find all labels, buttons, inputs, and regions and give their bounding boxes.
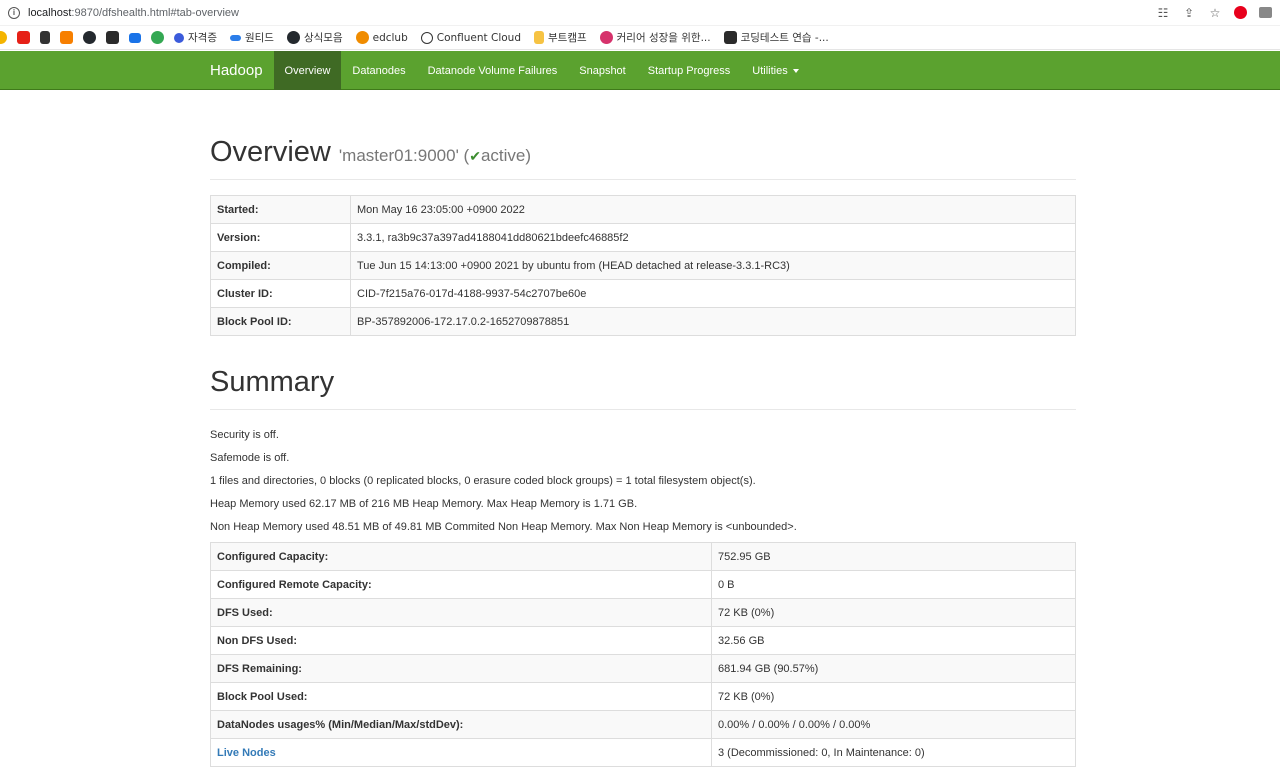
bookmark-icon[interactable] (60, 31, 73, 44)
row-value: 752.95 GB (711, 542, 1076, 571)
row-key: Configured Capacity: (210, 542, 712, 571)
table-row: Live Nodes 3 (Decommissioned: 0, In Maint… (210, 738, 1076, 767)
top-navbar: Hadoop Overview Datanodes Datanode Volum… (0, 51, 1280, 90)
overview-heading: Overview 'master01:9000' (✔active) (210, 136, 532, 168)
row-value: 72 KB (0%) (711, 682, 1076, 711)
check-icon: ✔ (469, 148, 481, 164)
row-key: Non DFS Used: (210, 626, 712, 655)
wanted-icon (229, 34, 241, 41)
tab-startup-progress[interactable]: Startup Progress (637, 51, 742, 90)
table-row: DFS Remaining: 681.94 GB (90.57%) (210, 654, 1076, 683)
row-value: 3 (Decommissioned: 0, In Maintenance: 0) (711, 738, 1076, 767)
safemode-status: Safemode is off. (210, 452, 290, 464)
bookmark-item[interactable]: edclub (351, 31, 408, 44)
bookmark-item[interactable]: 자격증 (169, 30, 217, 45)
row-key: Configured Remote Capacity: (210, 570, 712, 599)
share-icon[interactable]: ⇪ (1182, 6, 1196, 20)
row-key: Started: (210, 195, 351, 224)
row-value: 3.3.1, ra3b9c37a397ad4188041dd80621bdeef… (350, 223, 1076, 252)
row-value: Mon May 16 23:05:00 +0900 2022 (350, 195, 1076, 224)
bookmark-item[interactable]: 커리어 성장을 위한... (595, 30, 711, 45)
brand-logo[interactable]: Hadoop (199, 51, 274, 90)
row-key: DFS Used: (210, 598, 712, 627)
bookmark-item[interactable]: 원티드 (225, 30, 274, 45)
bookmarks-bar: 자격증 원티드 상식모음 edclub Confluent Cloud 부트캠프… (0, 26, 1280, 50)
row-key: Cluster ID: (210, 279, 351, 308)
address-bar[interactable]: i localhost:9870/dfshealth.html#tab-over… (0, 0, 1280, 26)
bookmark-item[interactable]: Confluent Cloud (416, 31, 521, 44)
summary-table: Configured Capacity: 752.95 GB Configured… (210, 542, 1076, 767)
caret-down-icon (792, 68, 799, 73)
row-value: 72 KB (0%) (711, 598, 1076, 627)
overview-table: Started: Mon May 16 23:05:00 +0900 2022 V… (210, 195, 1076, 336)
row-value: 0.00% / 0.00% / 0.00% / 0.00% (711, 710, 1076, 739)
table-row: Non DFS Used: 32.56 GB (210, 626, 1076, 655)
row-value: BP-357892006-172.17.0.2-1652709878851 (350, 307, 1076, 336)
row-key: Block Pool ID: (210, 307, 351, 336)
table-row: Compiled: Tue Jun 15 14:13:00 +0900 2021 … (210, 251, 1076, 280)
heap-memory: Heap Memory used 62.17 MB of 216 MB Heap… (210, 498, 638, 510)
bookmark-icon (599, 31, 613, 44)
row-value: 0 B (711, 570, 1076, 599)
row-value: CID-7f215a76-017d-4188-9937-54c2707be60e (350, 279, 1076, 308)
bookmark-icon[interactable] (0, 31, 7, 44)
utilities-dropdown[interactable]: Utilities (741, 51, 809, 90)
filesystem-objects: 1 files and directories, 0 blocks (0 rep… (210, 475, 756, 487)
non-heap-memory: Non Heap Memory used 48.51 MB of 49.81 M… (210, 521, 797, 533)
bookmark-icon[interactable] (106, 31, 119, 44)
bookmark-icon[interactable] (151, 31, 164, 44)
row-key: Version: (210, 223, 351, 252)
camera-extension-icon[interactable] (1259, 7, 1272, 18)
bookmark-icon[interactable] (40, 31, 50, 44)
tab-snapshot[interactable]: Snapshot (568, 51, 636, 90)
bookmark-icon (723, 31, 737, 44)
bookmark-item[interactable]: 상식모음 (282, 30, 343, 45)
table-row: Block Pool ID: BP-357892006-172.17.0.2-16… (210, 307, 1076, 336)
confluent-icon (420, 31, 433, 44)
opera-extension-icon[interactable] (1234, 6, 1247, 19)
summary-lines: Security is off. Safemode is off. 1 file… (210, 424, 1076, 539)
translate-icon[interactable]: ☷ (1156, 6, 1170, 20)
folder-icon (534, 31, 544, 44)
divider (210, 409, 1076, 410)
tab-overview[interactable]: Overview (273, 51, 342, 90)
table-row: Configured Capacity: 752.95 GB (210, 542, 1076, 571)
row-key: DFS Remaining: (210, 654, 712, 683)
bookmark-icon (174, 32, 184, 43)
table-row: Configured Remote Capacity: 0 B (210, 570, 1076, 599)
tab-datanode-volume-failures[interactable]: Datanode Volume Failures (417, 51, 569, 90)
row-value: 32.56 GB (711, 626, 1076, 655)
row-key: Block Pool Used: (210, 682, 712, 711)
row-key: DataNodes usages% (Min/Median/Max/stdDev… (210, 710, 712, 739)
summary-heading: Summary (210, 366, 335, 398)
site-info-icon[interactable]: i (8, 6, 20, 19)
bookmark-item[interactable]: 부트캠프 (529, 30, 587, 45)
table-row: DFS Used: 72 KB (0%) (210, 598, 1076, 627)
row-key: Compiled: (210, 251, 351, 280)
url-text[interactable]: localhost:9870/dfshealth.html#tab-overvi… (28, 7, 239, 19)
live-nodes-link[interactable]: Live Nodes (217, 747, 276, 759)
youtube-icon[interactable] (17, 31, 30, 44)
row-value: Tue Jun 15 14:13:00 +0900 2021 by ubuntu… (350, 251, 1076, 280)
star-icon[interactable]: ☆ (1208, 6, 1222, 20)
github-icon[interactable] (83, 31, 96, 44)
table-row: Started: Mon May 16 23:05:00 +0900 2022 (210, 195, 1076, 224)
main-content: Overview 'master01:9000' (✔active) Start… (210, 90, 1076, 767)
security-status: Security is off. (210, 429, 279, 441)
utilities-label: Utilities (752, 64, 788, 77)
row-key: Live Nodes (210, 738, 712, 767)
table-row: Cluster ID: CID-7f215a76-017d-4188-9937-5… (210, 279, 1076, 308)
code-icon[interactable] (129, 32, 141, 43)
tab-datanodes[interactable]: Datanodes (341, 51, 416, 90)
table-row: Block Pool Used: 72 KB (0%) (210, 682, 1076, 711)
table-row: Version: 3.3.1, ra3b9c37a397ad4188041dd80… (210, 223, 1076, 252)
row-value: 681.94 GB (90.57%) (711, 654, 1076, 683)
table-row: DataNodes usages% (Min/Median/Max/stdDev… (210, 710, 1076, 739)
overview-subtitle: 'master01:9000' (✔active) (338, 146, 532, 165)
github-icon (286, 31, 300, 44)
bookmark-item[interactable]: 코딩테스트 연습 -... (719, 30, 829, 45)
divider (210, 179, 1076, 180)
bookmark-icon (355, 31, 369, 44)
